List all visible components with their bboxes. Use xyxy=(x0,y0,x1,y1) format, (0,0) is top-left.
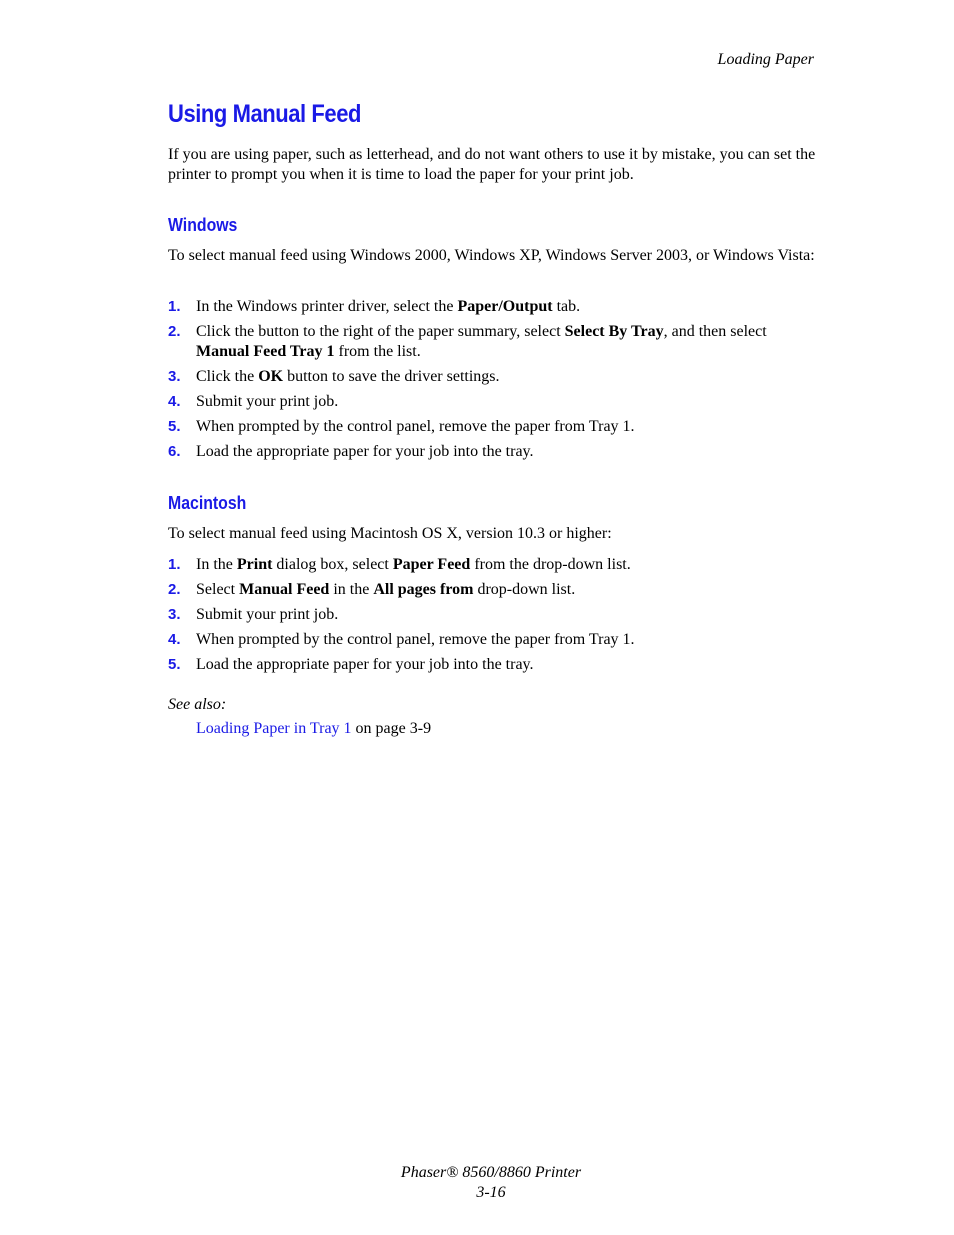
step-number: 4. xyxy=(168,631,181,648)
macintosh-steps: 1. In the Print dialog box, select Paper… xyxy=(168,555,818,680)
list-item: 4. When prompted by the control panel, r… xyxy=(168,631,635,648)
step-number: 3. xyxy=(168,368,181,385)
list-item: 3. Click the OK button to save the drive… xyxy=(168,368,500,385)
list-item: 1. In the Print dialog box, select Paper… xyxy=(168,556,631,573)
step-number: 1. xyxy=(168,556,181,573)
intro-paragraph: If you are using paper, such as letterhe… xyxy=(168,146,816,183)
step-number: 2. xyxy=(168,581,181,598)
list-item: 3. Submit your print job. xyxy=(168,606,339,623)
see-also: See also: xyxy=(168,695,818,715)
step-number: 5. xyxy=(168,418,181,435)
windows-heading: Windows xyxy=(168,215,238,235)
step-number: 1. xyxy=(168,298,181,315)
windows-intro: To select manual feed using Windows 2000… xyxy=(168,247,815,264)
step-number: 5. xyxy=(168,656,181,673)
windows-section: Windows xyxy=(168,215,818,236)
list-item: 6. Load the appropriate paper for your j… xyxy=(168,443,534,460)
cross-reference-page: on page 3-9 xyxy=(351,720,432,737)
list-item: 1. In the Windows printer driver, select… xyxy=(168,298,581,315)
macintosh-heading: Macintosh xyxy=(168,493,247,513)
step-number: 6. xyxy=(168,443,181,460)
windows-steps: 1. In the Windows printer driver, select… xyxy=(168,297,818,467)
page-footer: Phaser® 8560/8860 Printer 3-16 xyxy=(0,1163,954,1203)
cross-reference: Loading Paper in Tray 1 on page 3-9 xyxy=(168,719,846,739)
list-item: 2. Click the button to the right of the … xyxy=(168,323,767,360)
list-item: 5. Load the appropriate paper for your j… xyxy=(168,656,534,673)
list-item: 5. When prompted by the control panel, r… xyxy=(168,418,635,435)
step-number: 4. xyxy=(168,393,181,410)
cross-reference-link[interactable]: Loading Paper in Tray 1 xyxy=(196,720,352,737)
running-header: Loading Paper xyxy=(717,51,814,68)
see-also-label: See also: xyxy=(168,696,227,713)
list-item: 2. Select Manual Feed in the All pages f… xyxy=(168,581,576,598)
step-number: 2. xyxy=(168,323,181,340)
footer-page-number: 3-16 xyxy=(476,1184,506,1201)
footer-product: Phaser® 8560/8860 Printer xyxy=(400,1164,582,1181)
step-number: 3. xyxy=(168,606,181,623)
macintosh-intro: To select manual feed using Macintosh OS… xyxy=(168,525,612,542)
list-item: 4. Submit your print job. xyxy=(168,393,339,410)
macintosh-section: Macintosh xyxy=(168,493,818,514)
page-title: Using Manual Feed xyxy=(168,100,361,128)
